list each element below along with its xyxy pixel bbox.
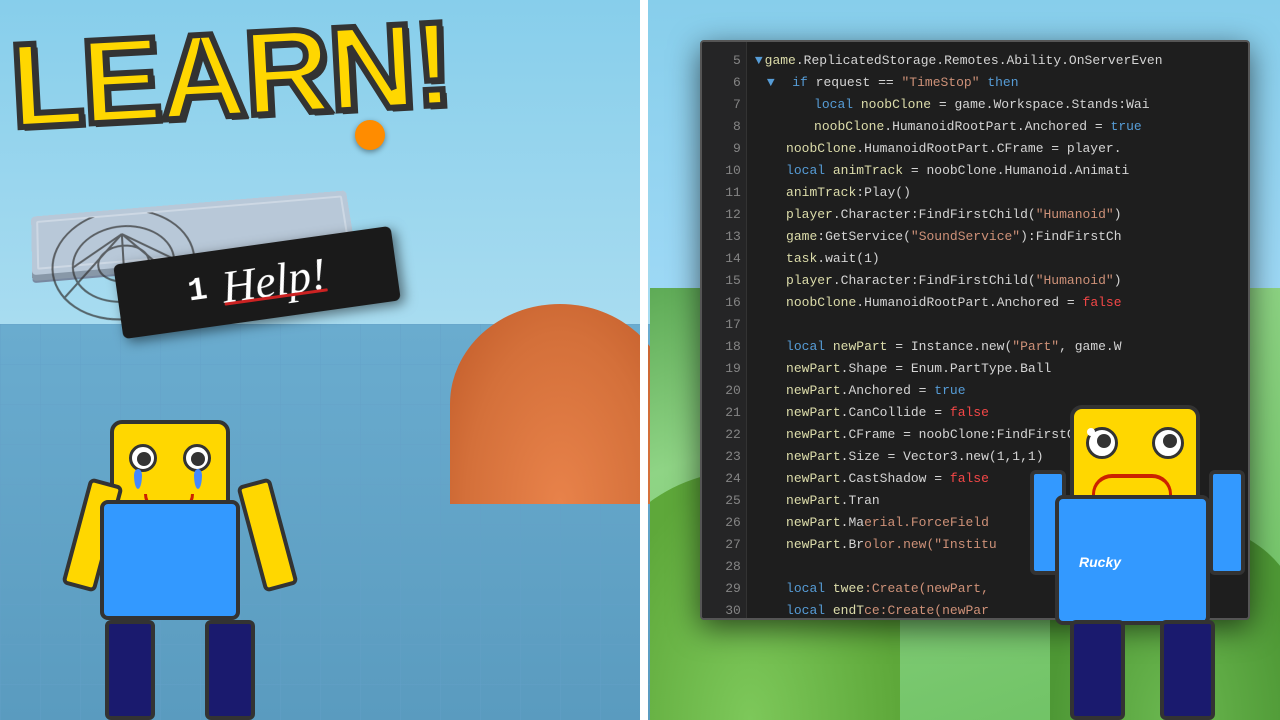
code-line-13: game:GetService("SoundService"):FindFirs… <box>755 226 1240 248</box>
code-line-17 <box>755 314 1240 336</box>
line-num-26: 26 <box>707 512 741 534</box>
line-num-8: 8 <box>707 116 741 138</box>
char-right-torso-label: Rucky <box>1079 554 1121 570</box>
code-line-16: noobClone.HumanoidRootPart.Anchored = fa… <box>755 292 1240 314</box>
code-line-14: task.wait(1) <box>755 248 1240 270</box>
code-line-5: ▼game.ReplicatedStorage.Remotes.Ability.… <box>755 50 1240 72</box>
right-panel: 5 6 7 8 9 10 11 12 13 14 15 16 17 18 19 … <box>650 0 1280 720</box>
char-right-arm-right <box>1209 470 1245 575</box>
char-right-eye-left <box>1086 427 1118 459</box>
line-numbers: 5 6 7 8 9 10 11 12 13 14 15 16 17 18 19 … <box>702 42 747 618</box>
line-num-6: 6 <box>707 72 741 94</box>
char-right-leg-right <box>1160 620 1215 720</box>
line-num-18: 18 <box>707 336 741 358</box>
line-num-28: 28 <box>707 556 741 578</box>
char-left-torso <box>100 500 240 620</box>
character-right: Rucky <box>1030 370 1250 720</box>
line-num-23: 23 <box>707 446 741 468</box>
line-num-5: 5 <box>707 50 741 72</box>
code-line-8: noobClone.HumanoidRootPart.Anchored = tr… <box>755 116 1240 138</box>
left-panel: LEARN! <box>0 0 650 720</box>
orange-circle-accent <box>355 120 385 150</box>
line-num-24: 24 <box>707 468 741 490</box>
line-num-13: 13 <box>707 226 741 248</box>
line-num-17: 17 <box>707 314 741 336</box>
code-line-11: animTrack:Play() <box>755 182 1240 204</box>
char-right-torso: Rucky <box>1055 495 1210 625</box>
line-num-30: 30 <box>707 600 741 620</box>
hill-orange <box>450 304 650 504</box>
line-num-7: 7 <box>707 94 741 116</box>
code-line-18: local newPart = Instance.new("Part", gam… <box>755 336 1240 358</box>
main-container: LEARN! <box>0 0 1280 720</box>
line-num-25: 25 <box>707 490 741 512</box>
line-num-11: 11 <box>707 182 741 204</box>
char-right-eye-right <box>1152 427 1184 459</box>
line-num-10: 10 <box>707 160 741 182</box>
char-left-eye-right <box>183 444 211 472</box>
code-line-7: local noobClone = game.Workspace.Stands:… <box>755 94 1240 116</box>
code-line-6: ▼ if request == "TimeStop" then <box>755 72 1240 94</box>
char-left-tear-left <box>134 469 142 489</box>
code-line-10: local animTrack = noobClone.Humanoid.Ani… <box>755 160 1240 182</box>
panel-divider <box>640 0 648 720</box>
char-left-tear-right <box>194 469 202 489</box>
code-line-15: player.Character:FindFirstChild("Humanoi… <box>755 270 1240 292</box>
char-left-leg-left <box>105 620 155 720</box>
learn-title: LEARN! <box>7 4 454 147</box>
line-num-22: 22 <box>707 424 741 446</box>
line-num-16: 16 <box>707 292 741 314</box>
line-num-12: 12 <box>707 204 741 226</box>
line-num-20: 20 <box>707 380 741 402</box>
line-num-19: 19 <box>707 358 741 380</box>
help-text: Help! <box>218 246 329 313</box>
code-line-9: noobClone.HumanoidRootPart.CFrame = play… <box>755 138 1240 160</box>
line-num-9: 9 <box>707 138 741 160</box>
line-num-14: 14 <box>707 248 741 270</box>
line-num-27: 27 <box>707 534 741 556</box>
line-num-21: 21 <box>707 402 741 424</box>
line-num-15: 15 <box>707 270 741 292</box>
code-line-12: player.Character:FindFirstChild("Humanoi… <box>755 204 1240 226</box>
char-left-leg-right <box>205 620 255 720</box>
character-left <box>80 400 280 720</box>
line-num-29: 29 <box>707 578 741 600</box>
char-right-leg-left <box>1070 620 1125 720</box>
char-left-eye-left <box>129 444 157 472</box>
help-number: 1 <box>186 271 210 310</box>
